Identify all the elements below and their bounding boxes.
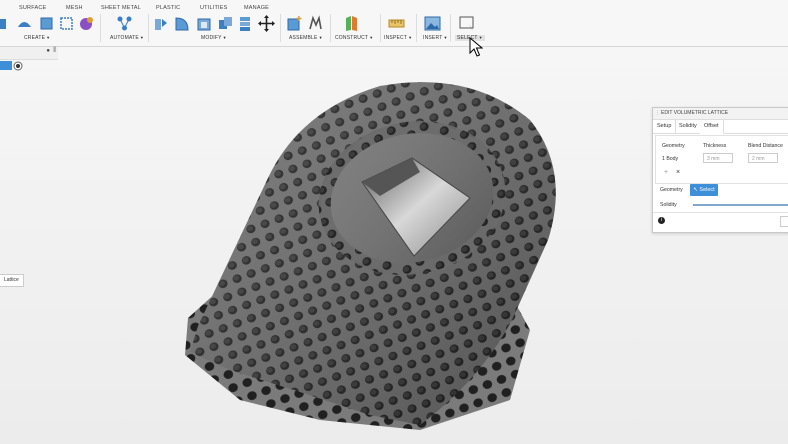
ok-button[interactable]	[780, 216, 788, 227]
add-icon[interactable]: +	[664, 169, 668, 176]
col-geometry: Geometry	[662, 143, 685, 149]
row-geometry: 1 Body	[662, 156, 679, 162]
info-icon[interactable]: i	[658, 217, 665, 224]
offset-table: Geometry Thickness Blend Distance 1 Body…	[655, 135, 788, 184]
blend-distance-field[interactable]: 2 mm	[748, 153, 778, 163]
delete-icon[interactable]: ×	[676, 169, 680, 176]
geometry-label: Geometry	[660, 187, 683, 193]
tab-offset[interactable]: Offset	[700, 120, 724, 134]
tab-solidity[interactable]: Solidity	[675, 120, 702, 133]
tab-setup[interactable]: Setup	[653, 120, 677, 133]
dialog-title: ⋮ EDIT VOLUMETRIC LATTICE	[653, 108, 788, 120]
thickness-field[interactable]: 3 mm	[703, 153, 733, 163]
select-button[interactable]: ↖ Select	[690, 184, 718, 196]
edit-volumetric-lattice-dialog: ⋮ EDIT VOLUMETRIC LATTICE Setup Solidity…	[652, 107, 788, 233]
solidity-label: Solidity	[660, 202, 677, 208]
cursor-icon: ↖	[693, 187, 698, 193]
dialog-tab-bar: Setup Solidity Offset	[653, 120, 788, 134]
solidity-slider[interactable]	[693, 204, 788, 206]
col-thickness: Thickness	[703, 143, 727, 149]
mouse-cursor-icon	[469, 37, 483, 57]
col-blend-distance: Blend Distance	[748, 143, 783, 149]
